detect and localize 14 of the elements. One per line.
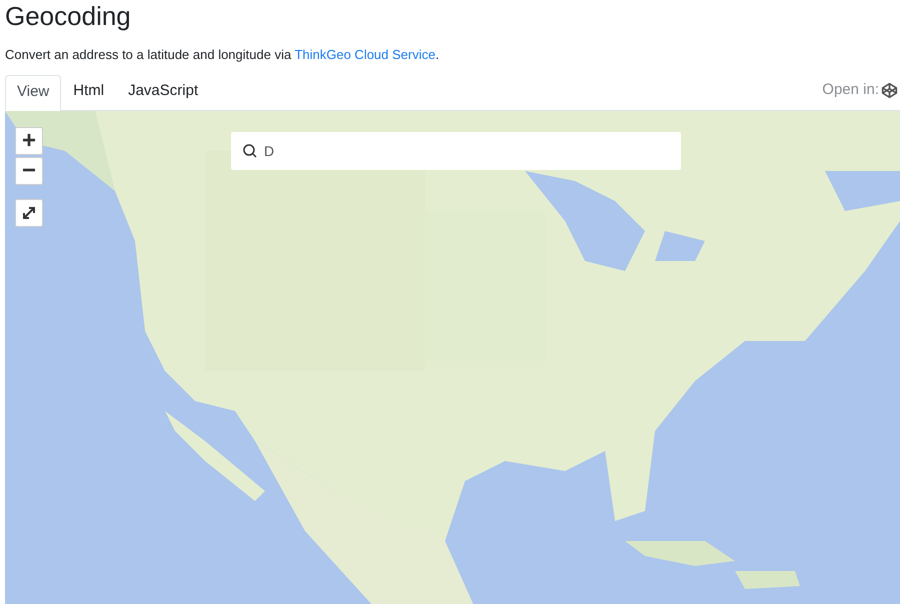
fullscreen-button[interactable] (15, 198, 43, 226)
cube-icon[interactable] (881, 82, 898, 99)
tab[interactable]: View (5, 74, 62, 110)
open-in-label: Open in: (822, 80, 879, 100)
page-title: Geocoding (5, 1, 131, 31)
zoom-in-button[interactable]: + (15, 126, 43, 154)
description: Convert an address to a latitude and longitude via ThinkGeo Cloud Service. (5, 47, 440, 62)
zoom-out-button[interactable]: − (15, 156, 43, 184)
tab[interactable]: Html (61, 74, 116, 110)
service-link[interactable]: ThinkGeo Cloud Service (294, 47, 436, 62)
search-field[interactable]: D (231, 132, 681, 170)
expand-icon (21, 204, 37, 220)
search-icon (242, 142, 258, 158)
tab[interactable]: JavaScript (116, 74, 210, 110)
